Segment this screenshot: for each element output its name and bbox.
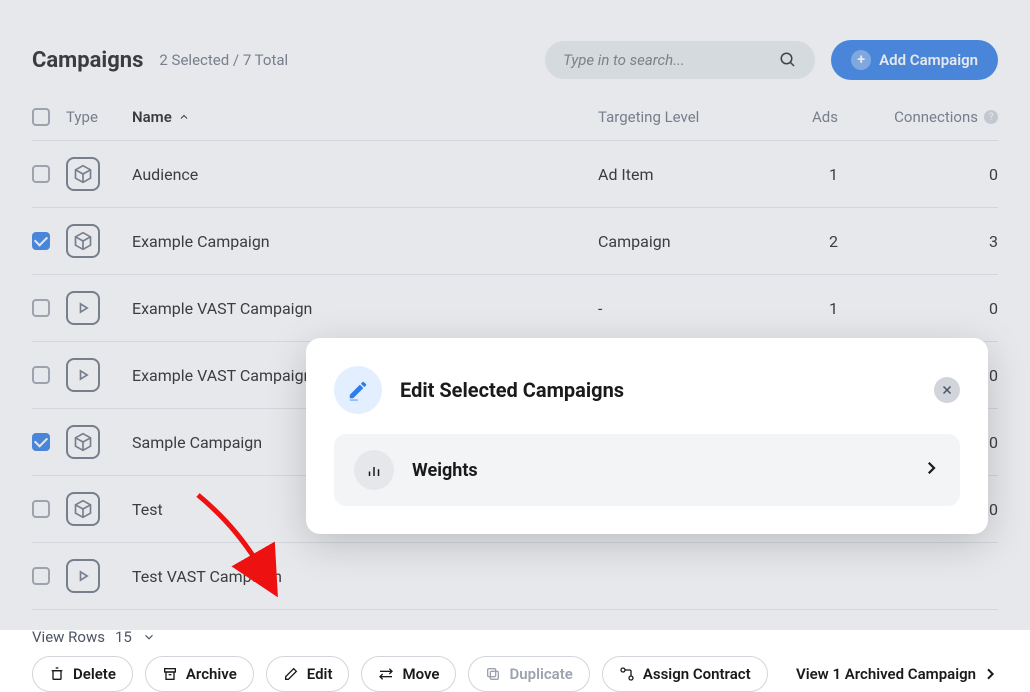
view-archived-link[interactable]: View 1 Archived Campaign	[796, 665, 998, 683]
duplicate-icon	[485, 666, 501, 682]
view-rows-label: View Rows	[32, 628, 105, 646]
assign-icon	[619, 666, 635, 682]
move-label: Move	[402, 665, 439, 683]
delete-label: Delete	[73, 665, 116, 683]
assign-contract-button[interactable]: Assign Contract	[602, 656, 768, 692]
duplicate-label: Duplicate	[509, 665, 572, 683]
close-icon	[941, 384, 953, 396]
chevron-right-icon	[982, 666, 998, 682]
view-archived-label: View 1 Archived Campaign	[796, 665, 976, 683]
modal-backdrop[interactable]	[0, 0, 1030, 630]
bulk-actions: Delete Archive Edit Move Duplicate Assig…	[32, 656, 998, 692]
modal-edit-icon	[334, 366, 382, 414]
move-icon	[378, 666, 394, 682]
edit-button[interactable]: Edit	[266, 656, 350, 692]
chevron-down-icon	[142, 630, 156, 644]
modal-title: Edit Selected Campaigns	[400, 378, 624, 402]
modal-close-button[interactable]	[934, 377, 960, 403]
archive-icon	[162, 666, 178, 682]
archive-label: Archive	[186, 665, 237, 683]
chevron-right-icon	[922, 459, 940, 481]
modal-item-weights[interactable]: Weights	[334, 434, 960, 506]
duplicate-button: Duplicate	[468, 656, 589, 692]
edit-label: Edit	[307, 665, 333, 683]
modal-item-label: Weights	[412, 460, 478, 481]
archive-button[interactable]: Archive	[145, 656, 254, 692]
weights-icon	[354, 450, 394, 490]
edit-selected-modal: Edit Selected Campaigns Weights	[306, 338, 988, 534]
trash-icon	[49, 666, 65, 682]
view-rows-value: 15	[115, 628, 132, 646]
delete-button[interactable]: Delete	[32, 656, 133, 692]
move-button[interactable]: Move	[361, 656, 456, 692]
assign-contract-label: Assign Contract	[643, 665, 751, 683]
edit-icon	[283, 666, 299, 682]
